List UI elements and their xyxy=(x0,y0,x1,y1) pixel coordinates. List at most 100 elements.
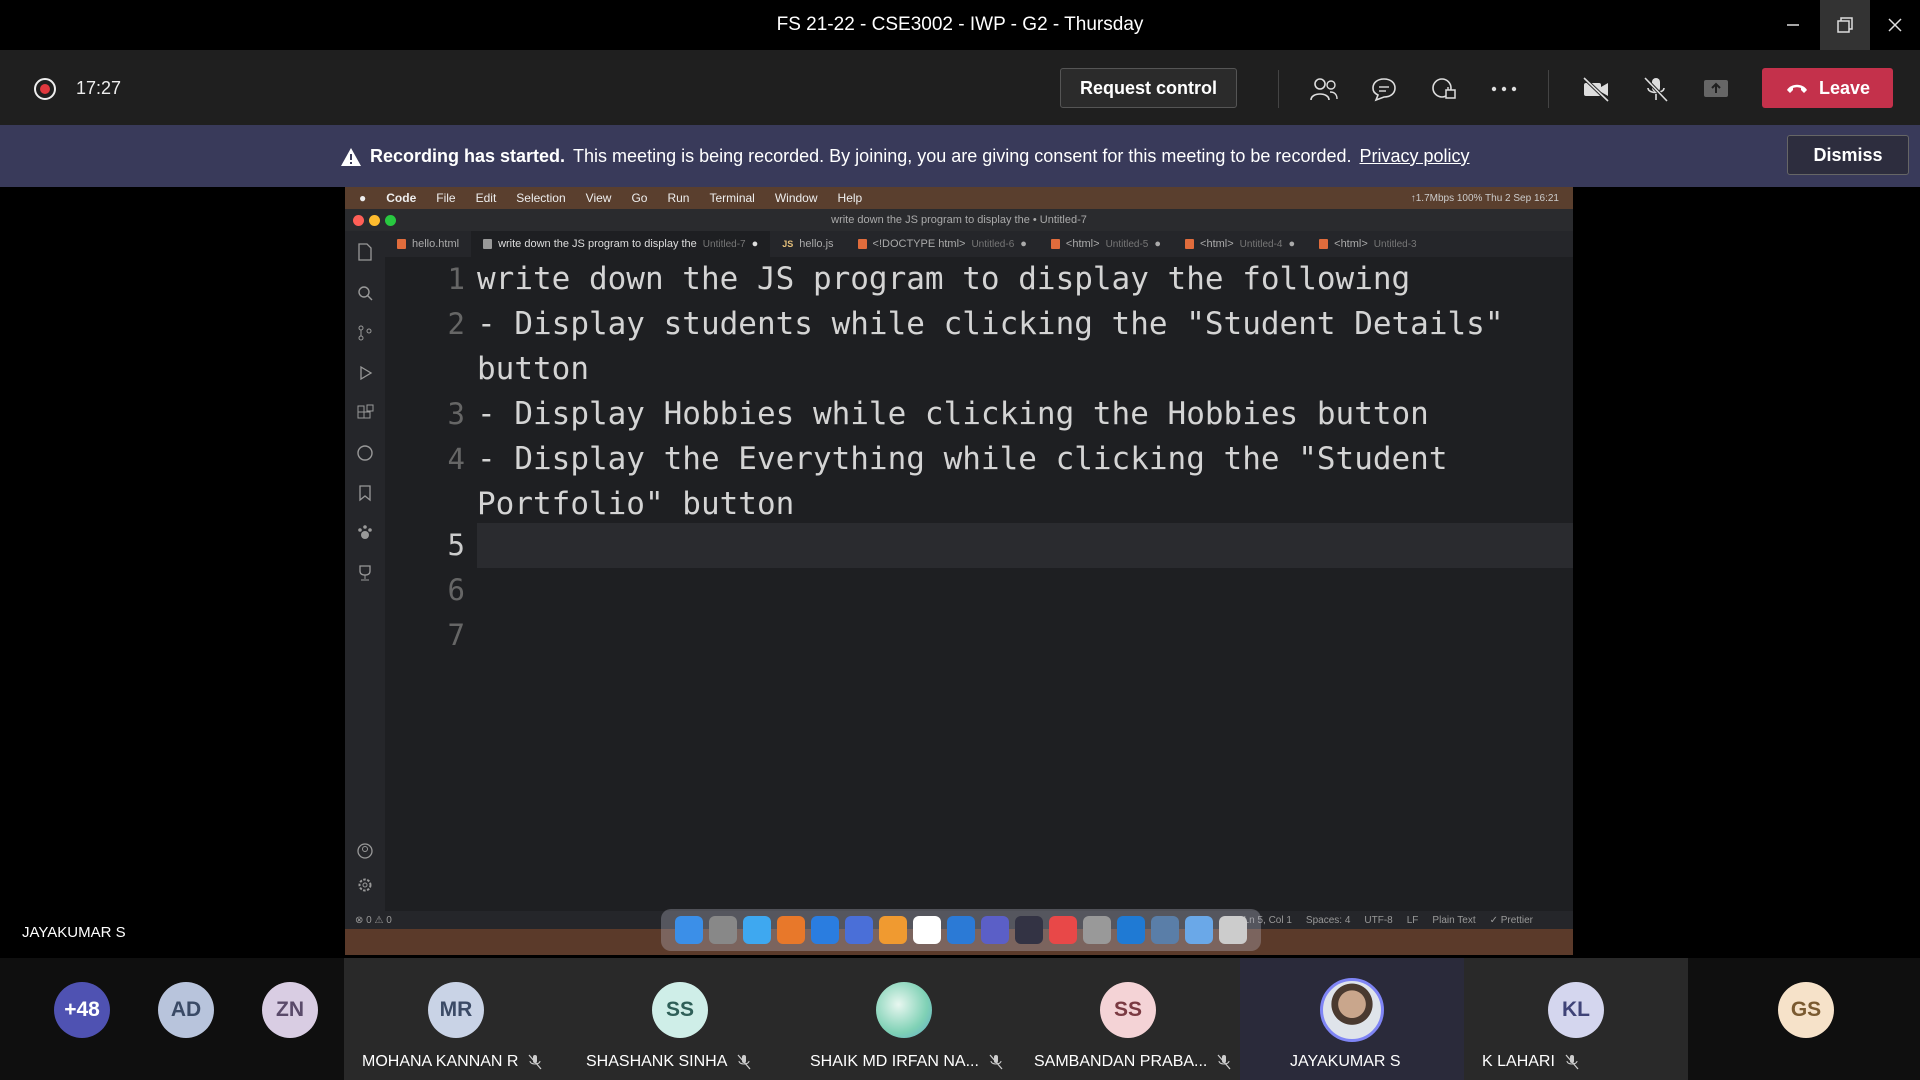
avatar: ZN xyxy=(262,982,318,1038)
mic-off-icon xyxy=(528,1054,542,1070)
mic-off-icon xyxy=(1217,1054,1231,1070)
avatar: MR xyxy=(428,982,484,1038)
indentation: Spaces: 4 xyxy=(1305,914,1351,926)
avatar: GS xyxy=(1778,982,1834,1038)
tab-sublabel: Untitled-3 xyxy=(1373,238,1417,250)
code-line-wrap: button xyxy=(477,351,589,387)
meeting-timer: 17:27 xyxy=(76,78,122,98)
dismiss-button[interactable]: Dismiss xyxy=(1787,135,1909,175)
notion-icon xyxy=(913,916,941,944)
trophy-icon xyxy=(355,563,375,583)
app-icon xyxy=(1083,916,1111,944)
mic-off-icon xyxy=(1565,1054,1579,1070)
activity-bar xyxy=(345,231,385,911)
js-file-icon: JS xyxy=(782,239,794,249)
menu-help: Help xyxy=(837,191,863,205)
tab-label: <html> xyxy=(1065,238,1100,250)
finder-icon xyxy=(675,916,703,944)
tab-label: hello.js xyxy=(799,238,834,250)
paw-icon xyxy=(355,523,375,543)
participant-tile[interactable]: MR MOHANA KANNAN R xyxy=(344,958,568,1080)
language-mode: Plain Text xyxy=(1432,914,1476,926)
teams-icon xyxy=(981,916,1009,944)
close-icon[interactable] xyxy=(1870,0,1920,50)
reactions-icon[interactable] xyxy=(1424,70,1464,108)
menu-file: File xyxy=(436,191,456,205)
code-line: - Display Hobbies while clicking the Hob… xyxy=(477,396,1429,432)
code-line: write down the JS program to display the… xyxy=(477,261,1411,297)
extensions-icon xyxy=(355,403,375,423)
mail-icon xyxy=(743,916,771,944)
menu-selection: Selection xyxy=(516,191,566,205)
participant-tile[interactable]: KL K LAHARI xyxy=(1464,958,1688,1080)
editor-tab: <html> Untitled-4 ● xyxy=(1173,231,1307,257)
apple-icon: ● xyxy=(359,191,367,205)
problems-count: ⊗ 0 ⚠ 0 xyxy=(355,914,392,926)
presenter-name: JAYAKUMAR S xyxy=(22,924,126,941)
menu-view: View xyxy=(585,191,612,205)
line-number: 4 xyxy=(447,442,465,476)
share-icon[interactable] xyxy=(1696,70,1736,108)
tab-label: <html> xyxy=(1334,238,1368,250)
menu-run: Run xyxy=(667,191,690,205)
participant-tile[interactable]: SS SAMBANDAN PRABA... xyxy=(1016,958,1240,1080)
mic-off-icon xyxy=(989,1054,1003,1070)
html-file-icon xyxy=(1319,239,1329,249)
chat-icon[interactable] xyxy=(1364,70,1404,108)
app-icon xyxy=(1151,916,1179,944)
more-icon[interactable] xyxy=(1484,70,1524,108)
restore-icon[interactable] xyxy=(1820,0,1870,50)
recording-banner: Recording has started. This meeting is b… xyxy=(0,125,1920,187)
warning-icon xyxy=(341,147,361,166)
leave-label: Leave xyxy=(1818,77,1871,98)
unsaved-dot-icon: ● xyxy=(1154,238,1162,250)
code-line: - Display students while clicking the "S… xyxy=(477,306,1504,342)
camera-off-icon[interactable] xyxy=(1576,70,1616,108)
meeting-control-bar: 17:27 Request control Leave xyxy=(0,50,1920,125)
participant-name: K LAHARI xyxy=(1482,1053,1579,1071)
editor-tab: <html> Untitled-5 ● xyxy=(1039,231,1173,257)
participant-tile[interactable]: SHAIK MD IRFAN NA... xyxy=(792,958,1016,1080)
minimize-icon[interactable] xyxy=(1768,0,1818,50)
safari-icon xyxy=(811,916,839,944)
tab-sublabel: Untitled-4 xyxy=(1239,238,1283,250)
mac-status-area: ↑1.7Mbps 100% Thu 2 Sep 16:21 xyxy=(1410,192,1559,204)
avatar-image xyxy=(1320,978,1384,1042)
avatar: KL xyxy=(1548,982,1604,1038)
explorer-icon xyxy=(355,243,375,263)
line-number: 7 xyxy=(447,618,465,652)
vscode-icon xyxy=(1117,916,1145,944)
banner-title: Recording has started. xyxy=(370,146,566,166)
menu-terminal: Terminal xyxy=(709,191,755,205)
privacy-policy-link[interactable]: Privacy policy xyxy=(1359,146,1469,167)
leave-button[interactable]: Leave xyxy=(1762,68,1893,108)
editor-tab: JS hello.js xyxy=(770,231,845,257)
mic-off-icon[interactable] xyxy=(1636,70,1676,108)
mic-off-icon xyxy=(737,1054,751,1070)
unsaved-dot-icon: ● xyxy=(1020,238,1027,250)
tab-label: write down the JS program to display the xyxy=(498,238,697,250)
prettier-status: ✓ Prettier xyxy=(1489,914,1533,926)
hang-up-icon xyxy=(1786,84,1807,93)
participant-name: SAMBANDAN PRABA... xyxy=(1034,1053,1231,1071)
banner-message: This meeting is being recorded. By joini… xyxy=(573,146,1352,166)
line-number: 3 xyxy=(447,397,465,431)
line-number: 6 xyxy=(447,573,465,607)
code-line: - Display the Everything while clicking … xyxy=(477,441,1448,477)
participant-tile-speaking[interactable]: JAYAKUMAR S xyxy=(1240,958,1464,1080)
people-icon[interactable] xyxy=(1304,70,1344,108)
html-file-icon xyxy=(1050,239,1060,249)
encoding: UTF-8 xyxy=(1364,914,1393,926)
shared-screen: ● Code File Edit Selection View Go Run T… xyxy=(345,187,1573,955)
editor-tab-active: write down the JS program to display the… xyxy=(471,231,771,257)
participants-strip: +48 AD ZN MR MOHANA KANNAN R SS SHASHANK… xyxy=(0,958,1920,1080)
request-control-button[interactable]: Request control xyxy=(1060,68,1237,108)
more-participants-button[interactable]: +48 xyxy=(54,982,110,1038)
participant-tile[interactable]: SS SHASHANK SINHA xyxy=(568,958,792,1080)
tab-label: <html> xyxy=(1200,238,1234,250)
editor-tab-bar: hello.html write down the JS program to … xyxy=(385,231,1573,257)
participant-name: SHAIK MD IRFAN NA... xyxy=(810,1053,1003,1071)
tab-label: hello.html xyxy=(412,238,460,250)
search-icon xyxy=(355,283,375,303)
firefox-icon xyxy=(777,916,805,944)
